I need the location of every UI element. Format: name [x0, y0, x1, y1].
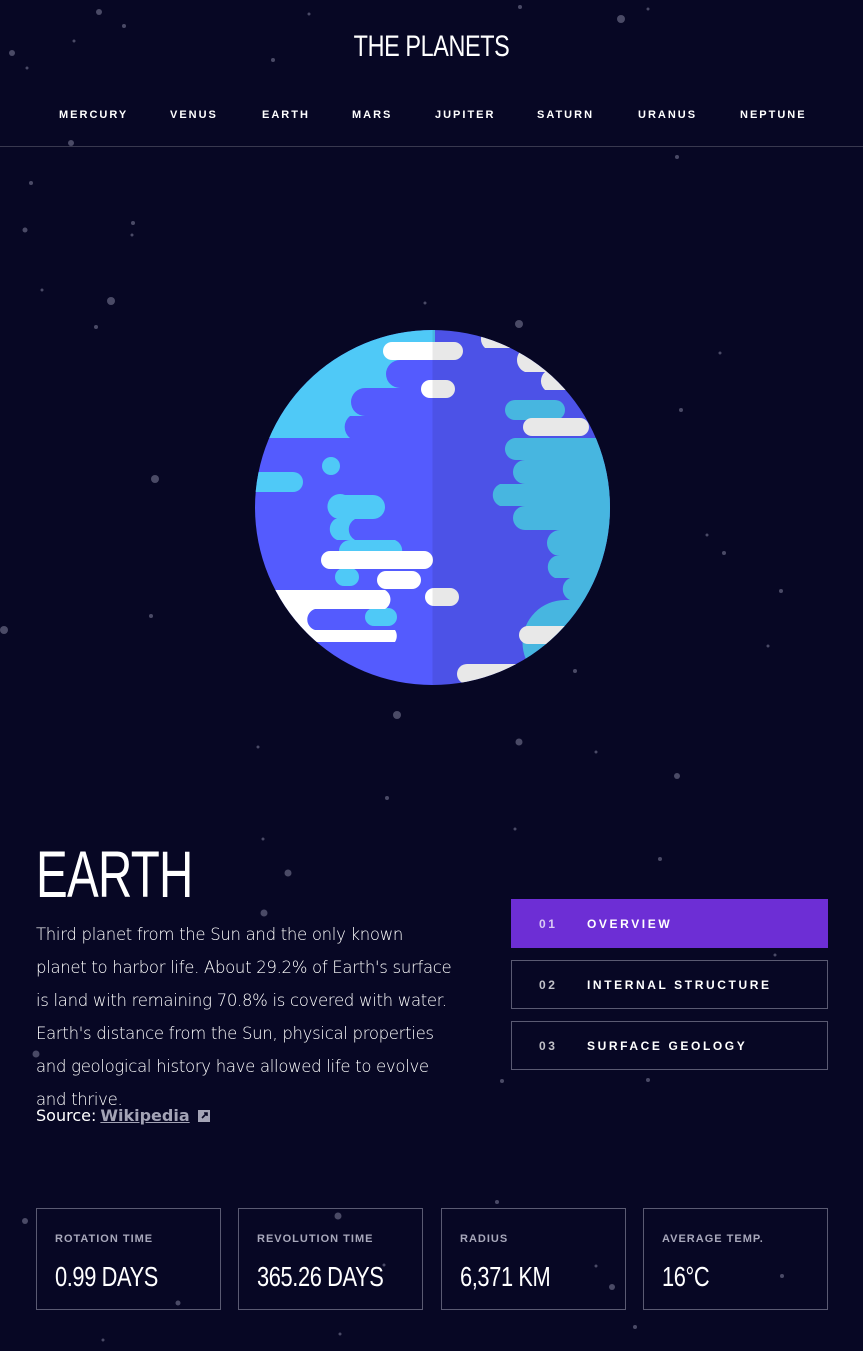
nav-item-neptune[interactable]: NEPTUNE [740, 109, 807, 121]
tab-number: 03 [539, 1038, 558, 1053]
tab-number: 01 [539, 916, 558, 931]
tab-label: INTERNAL STRUCTURE [587, 977, 772, 992]
stat-card-revolution: REVOLUTION TIME 365.26 DAYS [238, 1208, 423, 1310]
source-link[interactable]: Wikipedia [100, 1106, 189, 1125]
nav-item-saturn[interactable]: SATURN [537, 109, 594, 121]
stat-card-radius: RADIUS 6,371 KM [441, 1208, 626, 1310]
nav-item-mars[interactable]: MARS [352, 109, 392, 121]
external-link-icon[interactable] [197, 1110, 210, 1122]
site-header: THE PLANETS MERCURY VENUS EARTH MARS JUP… [0, 0, 863, 147]
tab-label: SURFACE GEOLOGY [587, 1038, 748, 1053]
planet-stats: ROTATION TIME 0.99 DAYS REVOLUTION TIME … [36, 1208, 828, 1310]
stat-label: ROTATION TIME [55, 1233, 154, 1245]
nav-item-jupiter[interactable]: JUPITER [435, 109, 495, 121]
stat-label: AVERAGE TEMP. [662, 1233, 764, 1245]
stat-label: RADIUS [460, 1233, 509, 1245]
tab-surface-geology[interactable]: 03 SURFACE GEOLOGY [511, 1021, 828, 1070]
stat-value: 16°C [662, 1261, 710, 1292]
stat-value: 6,371 KM [460, 1261, 551, 1292]
stat-value: 0.99 DAYS [55, 1261, 158, 1292]
nav-item-uranus[interactable]: URANUS [638, 109, 697, 121]
nav-item-earth[interactable]: EARTH [262, 109, 310, 121]
site-logo[interactable]: THE PLANETS [95, 30, 768, 64]
tab-number: 02 [539, 977, 558, 992]
planet-name: EARTH [36, 837, 193, 911]
stat-value: 365.26 DAYS [257, 1261, 384, 1292]
nav-item-mercury[interactable]: MERCURY [59, 109, 128, 121]
stat-card-average-temp: AVERAGE TEMP. 16°C [643, 1208, 828, 1310]
tab-internal-structure[interactable]: 02 INTERNAL STRUCTURE [511, 960, 828, 1009]
tab-label: OVERVIEW [587, 916, 673, 931]
planet-nav: MERCURY VENUS EARTH MARS JUPITER SATURN … [36, 109, 827, 127]
tab-overview[interactable]: 01 OVERVIEW [511, 899, 828, 948]
source-label: Source: [36, 1106, 97, 1125]
stat-label: REVOLUTION TIME [257, 1233, 374, 1245]
nav-item-venus[interactable]: VENUS [170, 109, 218, 121]
earth-planet-illustration [255, 330, 610, 685]
planet-description: Third planet from the Sun and the only k… [36, 925, 452, 1109]
source-attribution: Source: Wikipedia [36, 1106, 210, 1125]
stat-card-rotation: ROTATION TIME 0.99 DAYS [36, 1208, 221, 1310]
